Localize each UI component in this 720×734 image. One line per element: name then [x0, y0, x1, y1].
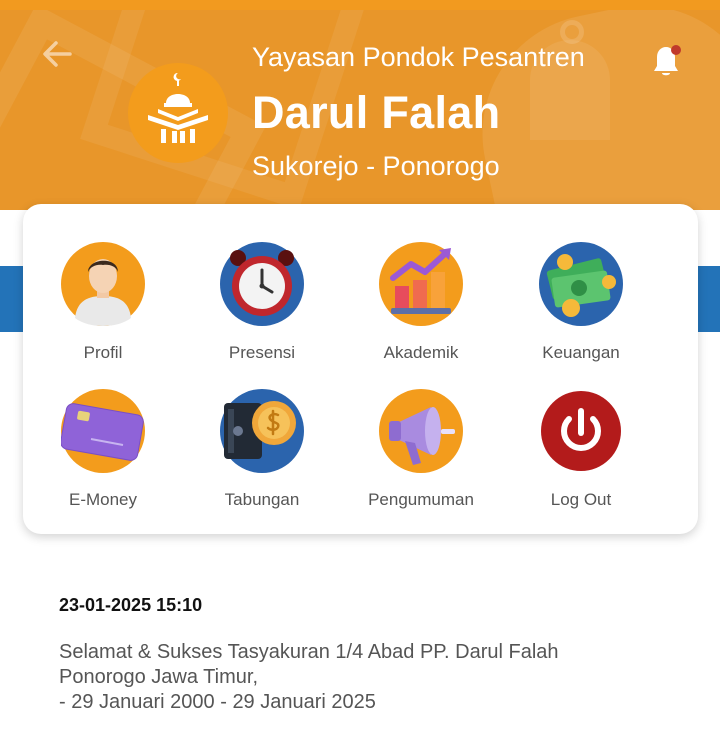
back-arrow-icon — [43, 41, 72, 67]
news-timestamp: 23-01-2025 15:10 — [59, 595, 203, 615]
organization-subtitle: Yayasan Pondok Pesantren — [252, 42, 585, 72]
money-icon — [539, 242, 623, 326]
organization-title: Darul Falah — [252, 87, 501, 138]
menu-label-log-out: Log Out — [550, 490, 612, 509]
megaphone-icon — [379, 389, 463, 473]
mosque-book-logo-icon — [148, 72, 208, 143]
menu-item-e-money[interactable]: E-Money — [23, 389, 183, 509]
menu-label-keuangan: Keuangan — [542, 343, 620, 362]
header-decoration — [560, 20, 584, 44]
menu-card: Profil Presensi Akademik Keuangan E-Mone… — [23, 204, 698, 534]
back-button[interactable] — [38, 34, 78, 74]
organization-location: Sukorejo - Ponorogo — [252, 151, 500, 181]
menu-label-presensi: Presensi — [228, 343, 296, 362]
menu-label-e-money: E-Money — [68, 490, 138, 509]
menu-item-presensi[interactable]: Presensi — [182, 242, 342, 362]
status-bar-accent — [0, 0, 720, 10]
notification-button[interactable] — [644, 38, 688, 82]
alarm-clock-icon — [220, 242, 304, 326]
safe-coin-icon — [220, 389, 304, 473]
menu-item-keuangan[interactable]: Keuangan — [501, 242, 661, 362]
notification-dot — [671, 45, 681, 55]
card-icon — [60, 389, 145, 473]
power-icon — [539, 389, 623, 473]
news-line: Selamat & Sukses Tasyakuran 1/4 Abad PP.… — [59, 641, 559, 663]
profile-icon — [61, 242, 145, 326]
menu-label-pengumuman: Pengumuman — [368, 490, 474, 509]
pesantren-logo — [128, 63, 228, 163]
menu-item-tabungan[interactable]: Tabungan — [182, 389, 342, 509]
menu-item-profil[interactable]: Profil — [23, 242, 183, 362]
menu-item-log-out[interactable]: Log Out — [501, 389, 661, 509]
bar-chart-icon — [379, 242, 463, 326]
menu-item-pengumuman[interactable]: Pengumuman — [341, 389, 501, 509]
news-content: Selamat & Sukses Tasyakuran 1/4 Abad PP.… — [59, 640, 659, 715]
menu-item-akademik[interactable]: Akademik — [341, 242, 501, 362]
news-line: Ponorogo Jawa Timur, — [59, 666, 258, 688]
menu-label-profil: Profil — [83, 343, 123, 362]
news-line: - 29 Januari 2000 - 29 Januari 2025 — [59, 691, 376, 713]
menu-label-akademik: Akademik — [383, 343, 459, 362]
bell-icon — [654, 45, 681, 76]
menu-label-tabungan: Tabungan — [224, 490, 300, 509]
